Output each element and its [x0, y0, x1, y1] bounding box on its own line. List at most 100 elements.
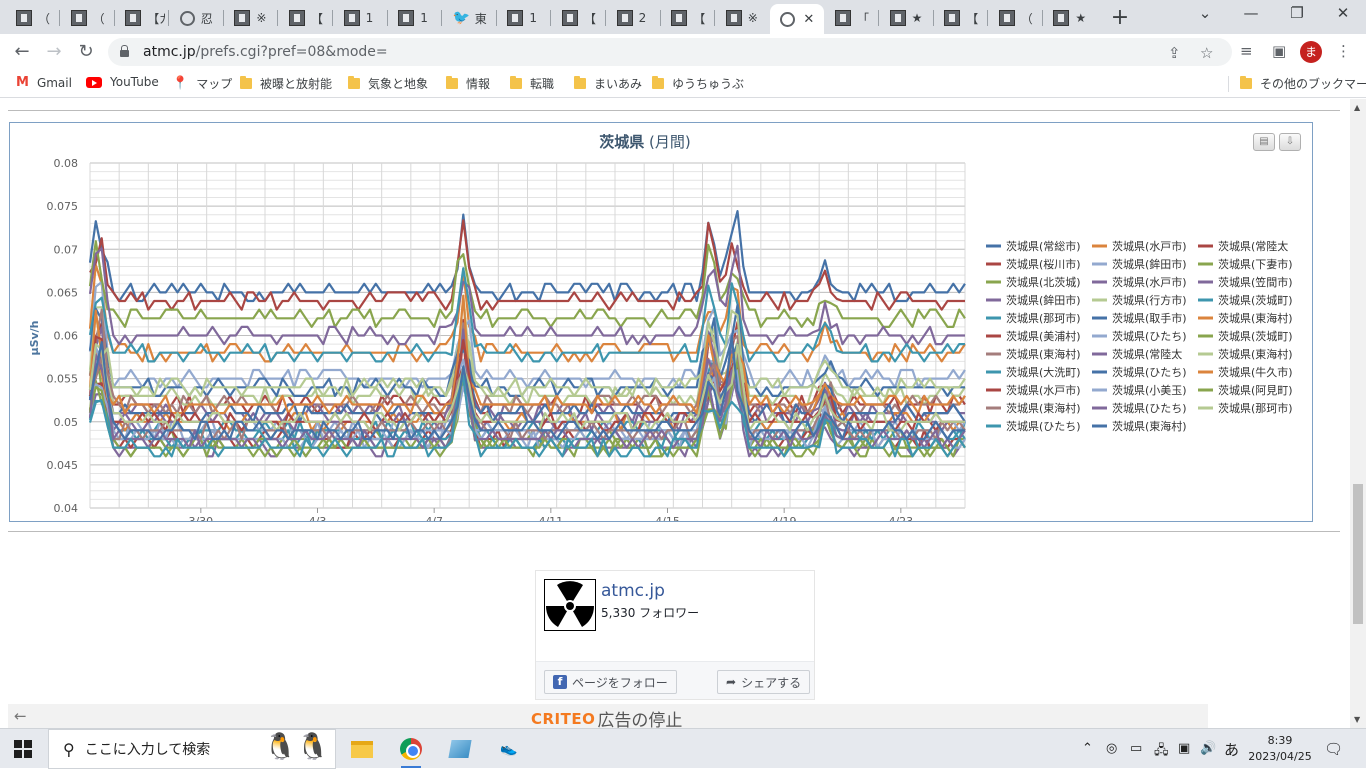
browser-tab[interactable]: 忍 — [170, 4, 224, 32]
radiation-logo-icon[interactable] — [544, 579, 596, 631]
browser-tab[interactable]: 1 — [497, 4, 551, 32]
new-tab-button[interactable]: + — [1108, 5, 1132, 30]
globe-icon — [179, 10, 195, 26]
folder-icon — [574, 76, 586, 89]
bookmark-label: マップ — [196, 77, 233, 91]
lock-icon — [120, 45, 129, 57]
browser-tab[interactable]: 【 — [279, 4, 333, 32]
side-panel-icon[interactable]: ▣ — [1272, 42, 1286, 60]
app-window-icon[interactable] — [446, 735, 474, 763]
youtube-icon — [86, 76, 102, 88]
bookmarks-bar: その他のブックマーク M Gmail YouTube 📍 マップ 被曝と放射能 気象と地象 情… — [0, 70, 1366, 98]
share-icon[interactable]: ⇪ — [1168, 44, 1181, 62]
scroll-thumb[interactable] — [1353, 484, 1363, 624]
browser-tab[interactable]: ※ — [224, 4, 278, 32]
taskbar-search-input[interactable]: ⚲ ここに入力して検索 🐧🐧 — [48, 729, 336, 769]
browser-tab[interactable]: 【ガ — [115, 4, 169, 32]
browser-tab[interactable]: 【 — [934, 4, 988, 32]
minimize-button[interactable]: — — [1236, 4, 1266, 22]
bookmark-item[interactable]: M Gmail — [16, 75, 72, 90]
browser-tab[interactable]: 【 — [661, 4, 715, 32]
browser-tab[interactable]: 「 — [825, 4, 879, 32]
scroll-down-icon[interactable]: ▼ — [1354, 715, 1360, 724]
browser-tab[interactable]: 【 — [552, 4, 606, 32]
browser-tab[interactable]: 🐦 東 — [443, 4, 497, 32]
volume-icon[interactable]: 🔊 — [1200, 741, 1216, 756]
close-tab-icon[interactable]: ✕ — [803, 12, 814, 27]
tray-expand-icon[interactable]: ⌃ — [1082, 741, 1093, 756]
chart-subtitle: (月間) — [649, 133, 691, 151]
tab-search-icon[interactable]: ⌄ — [1190, 4, 1220, 22]
bookmark-item[interactable]: ゆうちゅうぶ — [652, 75, 744, 92]
fb-page-name[interactable]: atmc.jp — [601, 581, 665, 601]
clock[interactable]: 8:39 2023/04/25 — [1248, 733, 1312, 765]
address-bar[interactable]: atmc.jp/prefs.cgi?pref=08&mode= ⇪ ☆ — [108, 38, 1232, 66]
restore-button[interactable]: ❐ — [1282, 4, 1312, 22]
y-tick-label: 0.055 — [47, 373, 79, 386]
browser-tab[interactable]: ※ — [716, 4, 770, 32]
fb-share-button[interactable]: ➦ シェアする — [717, 670, 811, 694]
legend-item: 茨城県(ひたち) — [1112, 365, 1187, 379]
legend-item: 茨城県(ひたち) — [1006, 419, 1081, 433]
print-icon[interactable]: ▤ — [1253, 133, 1275, 151]
tab-title: ★ — [1075, 11, 1087, 25]
bookmark-item[interactable]: 📍 マップ — [172, 75, 232, 92]
wifi-icon[interactable]: ▣ — [1178, 741, 1190, 756]
bookmark-item[interactable]: 情報 — [446, 75, 490, 92]
bookmark-star-icon[interactable]: ☆ — [1200, 44, 1213, 62]
fb-followers: 5,330 フォロワー — [601, 606, 700, 620]
scroll-up-icon[interactable]: ▲ — [1354, 103, 1360, 112]
forward-button[interactable]: → — [42, 40, 66, 64]
file-explorer-icon[interactable] — [348, 735, 376, 763]
bookmark-item[interactable]: 気象と地象 — [348, 75, 428, 92]
y-tick-label: 0.06 — [54, 330, 79, 343]
bookmark-item[interactable]: まいあみ — [574, 75, 642, 92]
tab-title: 【 — [966, 11, 979, 26]
browser-tab[interactable]: 1 — [334, 4, 388, 32]
legend-item: 茨城県(東海村) — [1218, 347, 1293, 361]
penguins-icon: 🐧🐧 — [264, 732, 329, 762]
legend-item: 茨城県(笠間市) — [1218, 275, 1293, 289]
windows-start-icon[interactable] — [14, 740, 32, 758]
media-control-icon[interactable]: ≡ — [1240, 42, 1253, 60]
page-scrollbar[interactable]: ▲ ▼ — [1350, 99, 1366, 729]
taskbar-search-placeholder: ここに入力して検索 — [84, 742, 211, 758]
site-favicon — [343, 10, 360, 26]
browser-tab[interactable]: ★ — [880, 4, 934, 32]
ad-stop-button[interactable]: CRITEO 広告の停止 — [531, 706, 682, 730]
menu-icon[interactable]: ⋮ — [1336, 42, 1351, 60]
site-favicon — [125, 10, 142, 26]
ad-back-arrow-icon[interactable]: ← — [14, 707, 27, 725]
other-bookmarks[interactable]: その他のブックマーク — [1240, 75, 1366, 92]
bookmark-item[interactable]: 被曝と放射能 — [240, 75, 332, 92]
reload-button[interactable]: ↻ — [74, 40, 98, 64]
browser-tab[interactable]: （ — [989, 4, 1043, 32]
browser-tab[interactable]: 1 — [388, 4, 442, 32]
back-button[interactable]: ← — [10, 40, 34, 64]
radiation-chart: 茨城県 (月間) ▤ ⇩ 0.08 0.075 0.07 0.065 0.06 0.055… — [9, 122, 1313, 528]
browser-tab[interactable]: 2 — [607, 4, 661, 32]
legend-item: 茨城県(阿見町) — [1218, 383, 1293, 397]
bookmark-item[interactable]: 転職 — [510, 75, 554, 92]
url-host: atmc.jp — [143, 44, 196, 60]
notification-icon[interactable]: 🗨 — [1324, 740, 1343, 758]
browser-tab[interactable]: ✕ — [770, 4, 825, 34]
ime-indicator[interactable]: あ — [1224, 739, 1239, 760]
download-icon[interactable]: ⇩ — [1279, 133, 1301, 151]
site-favicon — [562, 10, 578, 26]
bookmark-item[interactable]: YouTube — [86, 75, 159, 89]
browser-tab[interactable]: ★ — [1043, 4, 1097, 32]
fb-follow-button[interactable]: f ページをフォロー — [544, 670, 677, 694]
chrome-icon[interactable] — [397, 735, 425, 768]
battery-icon[interactable]: ▭ — [1130, 741, 1142, 756]
network-icon[interactable]: 🖧 — [1154, 741, 1169, 763]
browser-tab[interactable]: （ — [6, 4, 60, 32]
app-shoe-icon[interactable]: 👟 — [495, 735, 523, 763]
facebook-widget: atmc.jp 5,330 フォロワー f ページをフォロー ➦ シェアする — [535, 570, 815, 700]
facebook-icon: f — [553, 675, 567, 689]
folder-icon — [1240, 76, 1252, 89]
webcam-icon[interactable]: ◎ — [1106, 741, 1117, 756]
close-window-button[interactable]: ✕ — [1328, 4, 1358, 22]
profile-avatar[interactable]: ま — [1300, 41, 1322, 63]
browser-tab[interactable]: （ — [61, 4, 115, 32]
